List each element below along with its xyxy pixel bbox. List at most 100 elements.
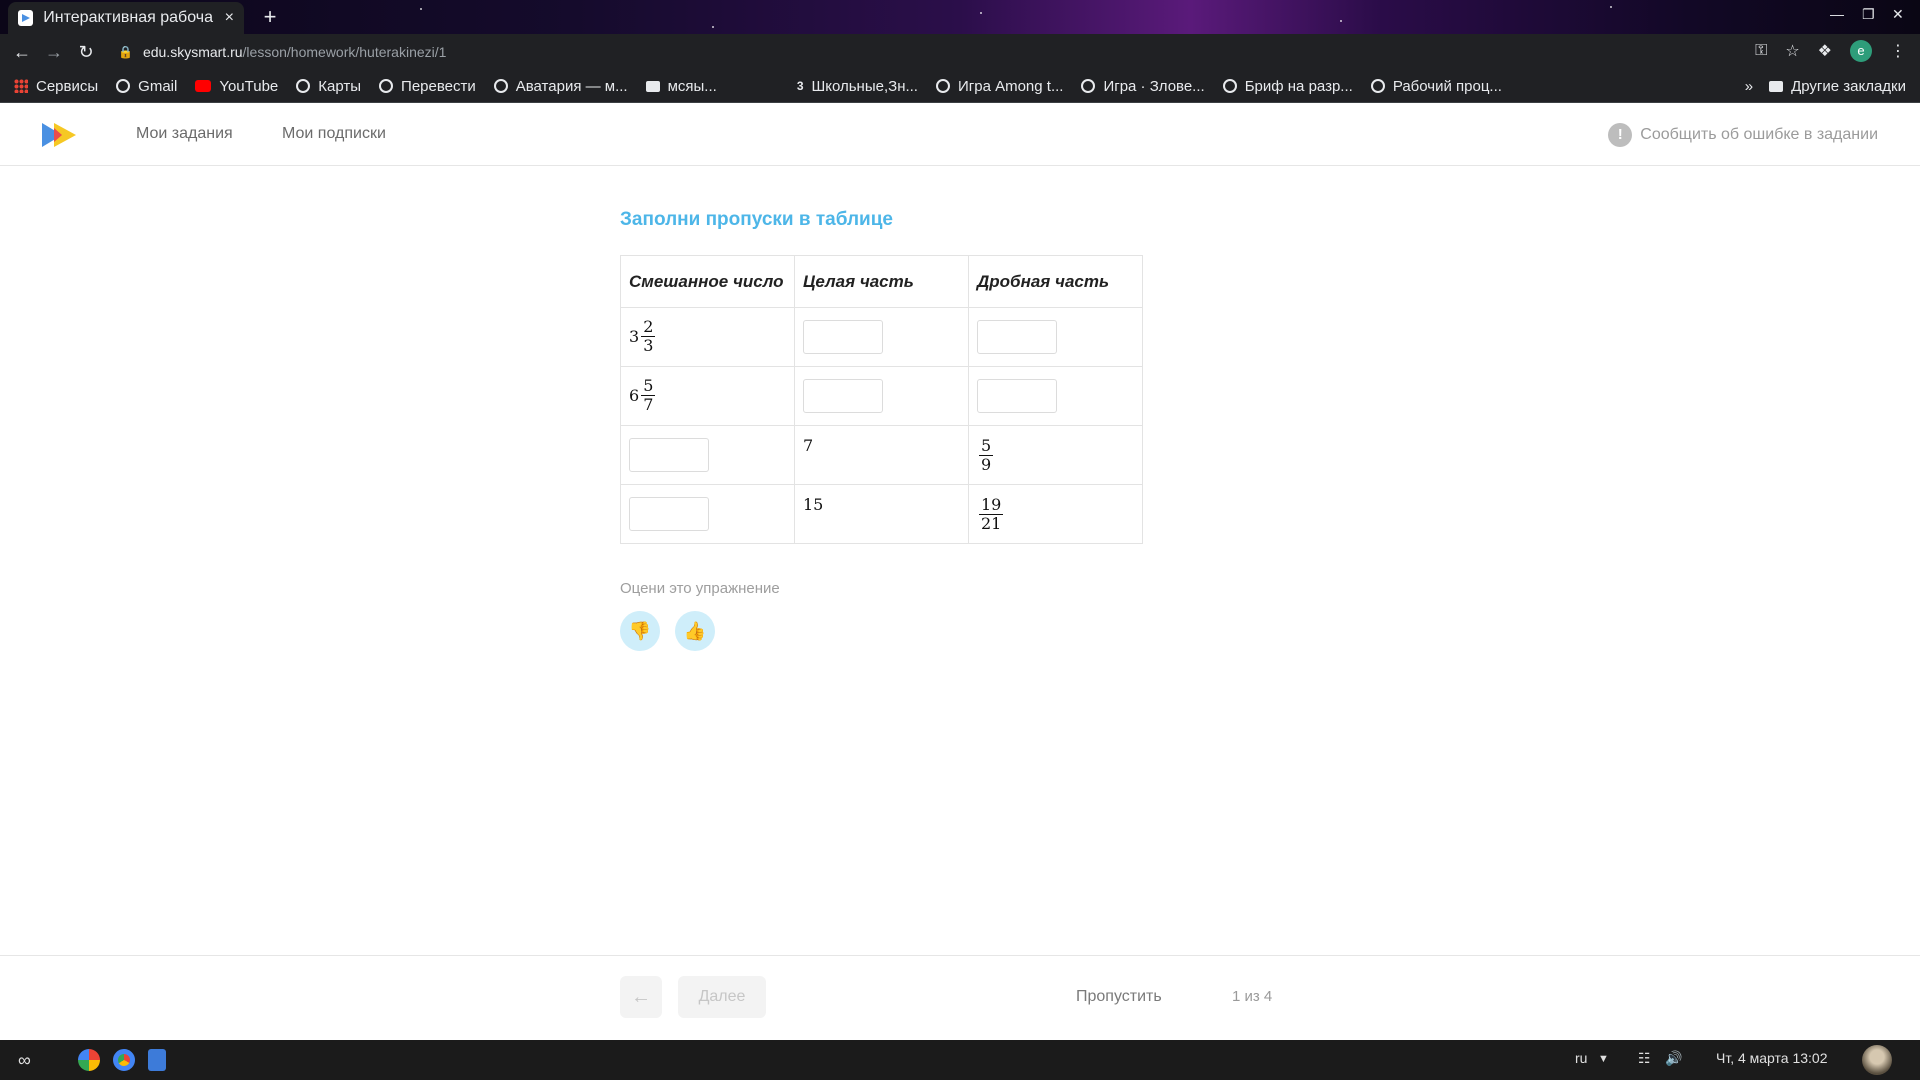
bookmark-star-icon[interactable]: ☆ [1785,41,1799,61]
table-cell: 657 [620,366,795,426]
previous-button[interactable]: ← [620,976,662,1018]
nav-my-tasks[interactable]: Мои задания [136,125,233,143]
table-cell [794,366,969,426]
answer-input[interactable] [803,320,883,354]
bookmark-label: Карты [318,77,362,95]
extensions-puzzle-icon[interactable]: ❖ [1818,41,1832,61]
whole-part: 3 [629,326,640,346]
bookmark-item[interactable]: 3 Школьные,Зн... [797,78,918,95]
bookmark-item[interactable]: Рабочий проц... [1370,78,1502,95]
bookmark-item[interactable]: Сервисы [14,78,98,95]
back-arrow-icon[interactable]: ← [6,42,38,63]
address-bar[interactable]: 🔒 edu.skysmart.ru/lesson/homework/hutera… [108,38,1818,66]
site-header: Мои задания Мои подписки ! Сообщить об о… [0,103,1920,166]
answer-input[interactable] [803,379,883,413]
skysmart-logo-icon[interactable] [42,123,76,147]
chevron-down-icon[interactable]: ▼ [1598,1053,1609,1065]
table-row: 657 [620,366,1143,426]
footer-bar: ← Далее Пропустить 1 из 4 [0,955,1920,1040]
chrome-icon[interactable] [113,1049,135,1071]
thumbs-up-button[interactable]: 👍 [675,611,715,651]
user-avatar[interactable] [1862,1045,1892,1075]
network-icon[interactable]: ☷ [1638,1050,1651,1067]
forward-arrow-icon[interactable]: → [38,42,70,63]
skip-button[interactable]: Пропустить [1076,988,1162,1006]
column-header: Смешанное число [620,255,795,308]
bookmark-item[interactable]: мсяы... [645,77,717,95]
bookmark-item[interactable]: Бриф на разр... [1222,78,1353,95]
skysmart-favicon-icon [18,10,34,26]
more-bookmarks-icon[interactable]: » [1745,78,1753,95]
whole-value: 7 [803,436,814,455]
clock[interactable]: Чт, 4 марта 13:02 [1716,1050,1828,1066]
bookmark-item[interactable]: YouTube [195,78,278,95]
three-icon: 3 [796,79,804,93]
keyboard-language[interactable]: ru [1575,1050,1587,1066]
report-error-link[interactable]: ! Сообщить об ошибке в задании [1608,123,1878,147]
globe-icon [116,79,131,93]
numerator: 2 [641,317,656,337]
globe-icon [379,79,394,93]
close-window-icon[interactable]: ✕ [1892,6,1904,23]
background-star [1610,6,1612,8]
bookmark-item[interactable]: Перевести [379,78,476,95]
bookmark-item[interactable]: Gmail [116,78,177,95]
table-cell [968,307,1143,367]
numerator: 5 [979,436,994,456]
bookmark-item[interactable]: Карты [296,78,361,95]
answer-input[interactable] [977,320,1057,354]
nav-my-subscriptions[interactable]: Мои подписки [282,125,386,143]
bookmarks-bar: Сервисы Gmail YouTube Карты Перевести Аватари… [0,70,1920,103]
tab-close-icon[interactable]: × [225,9,234,27]
reload-icon[interactable]: ↻ [70,42,102,63]
numerator: 19 [979,495,1004,515]
globe-icon [1222,79,1237,93]
profile-avatar[interactable]: e [1850,40,1872,62]
report-error-label: Сообщить об ошибке в задании [1640,126,1878,143]
answer-input[interactable] [977,379,1057,413]
globe-icon [296,79,311,93]
rate-exercise-label: Оцени это упражнение [620,580,780,597]
key-icon[interactable]: ⚿ [1755,42,1767,60]
restore-icon[interactable]: ❐ [1862,6,1875,23]
table-cell: 19 21 [968,484,1143,544]
globe-icon [493,79,508,93]
table-header-row: Смешанное число Целая часть Дробная част… [620,255,1143,308]
bookmark-label: Школьные,Зн... [811,77,918,95]
bookmark-item[interactable]: Игра · Злове... [1081,77,1205,95]
next-button[interactable]: Далее [678,976,766,1018]
app-launcher-icon[interactable] [78,1049,100,1071]
numerator: 5 [641,376,656,396]
youtube-icon [195,80,212,92]
table-cell: 59 [968,425,1143,485]
new-tab-button[interactable]: + [256,4,284,32]
volume-icon[interactable]: 🔊 [1665,1050,1682,1067]
fraction: 19 21 [979,495,1004,532]
bookmark-label: мсяы... [667,77,717,95]
files-icon[interactable] [148,1049,166,1071]
browser-tab-active[interactable]: Интерактивная рабоча × [8,2,244,34]
table-row: 7 59 [620,425,1143,485]
globe-icon [1370,79,1385,93]
column-header: Дробная часть [968,255,1143,308]
bookmark-label: Игра · Злове... [1103,77,1205,95]
exclamation-icon: ! [1608,123,1633,147]
thumbs-down-icon: 👎 [628,621,652,641]
os-menu-icon[interactable]: ∞ [18,1050,31,1071]
bookmark-label: Gmail [138,77,178,95]
table-cell [968,366,1143,426]
minimize-icon[interactable]: — [1830,6,1844,22]
bookmark-item[interactable]: Игра Among t... [935,78,1063,95]
bookmark-label: Перевести [401,77,476,95]
other-bookmarks[interactable]: Другие закладки [1791,78,1906,95]
thumbs-down-button[interactable]: 👎 [620,611,660,651]
bookmark-item[interactable]: Аватария — м... [493,78,628,95]
tab-title: Интерактивная рабоча [43,9,213,26]
bookmark-label: YouTube [219,77,279,95]
table-cell [620,425,795,485]
answer-input[interactable] [629,497,709,531]
table-cell [794,307,969,367]
task-title: Заполни пропуски в таблице [620,209,893,230]
answer-input[interactable] [629,438,709,472]
menu-kebab-icon[interactable]: ⋮ [1890,41,1906,61]
